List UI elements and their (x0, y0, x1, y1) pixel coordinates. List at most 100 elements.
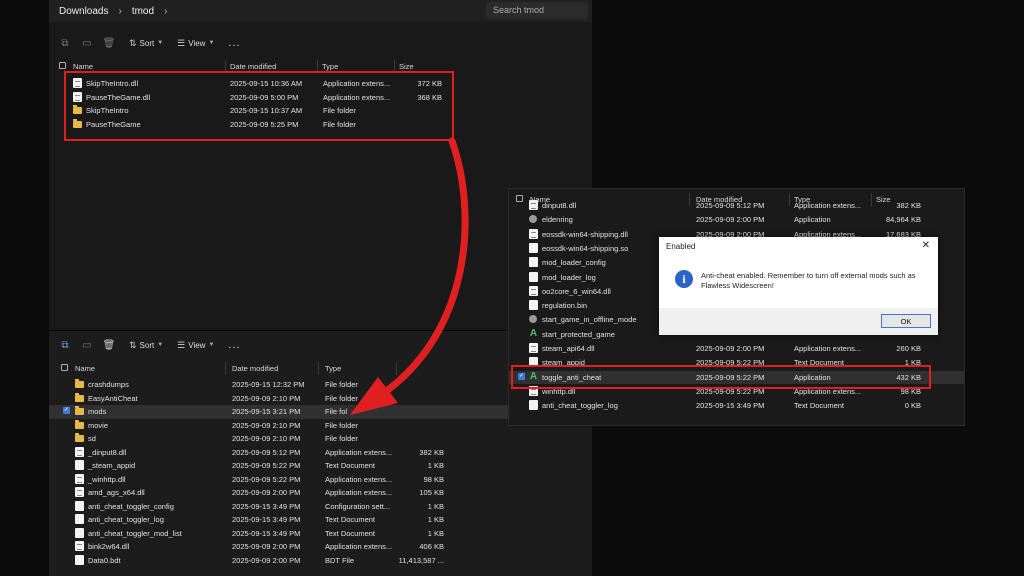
column-size[interactable]: Size (399, 62, 414, 71)
column-type[interactable]: Type (322, 62, 338, 71)
more-options-button[interactable]: ... (228, 37, 240, 49)
folder-icon (75, 379, 84, 388)
breadcrumb-tmod[interactable]: tmod (132, 6, 154, 17)
column-name[interactable]: Name (73, 62, 93, 71)
search-input[interactable]: Search tmod (486, 2, 588, 19)
close-icon[interactable]: ✕ (922, 240, 930, 251)
column-name[interactable]: Name (75, 364, 95, 373)
file-row[interactable]: dinput8.dll 2025-09-09 5:12 PM Application… (509, 199, 964, 213)
file-type: Text Document (325, 461, 376, 470)
file-name: anti_cheat_toggler_log (542, 401, 618, 411)
command-bar: ⧉ ▭ 🗑 ⇅ Sort ▼ ☰ View ▼ ... (49, 31, 592, 55)
chevron-down-icon: ▼ (208, 342, 215, 348)
text-file-icon (75, 514, 84, 524)
file-name: mod_loader_config (542, 258, 606, 268)
file-row[interactable]: bink2w64.dll 2025-09-09 2:00 PM Applicatio… (49, 540, 592, 554)
file-row[interactable]: _steam_appid 2025-09-09 5:22 PM Text Docum… (49, 459, 592, 473)
column-divider[interactable] (225, 362, 226, 375)
file-row[interactable]: amd_ags_x64.dll 2025-09-09 2:00 PM Applica… (49, 486, 592, 500)
select-all-checkbox[interactable] (61, 364, 68, 371)
file-row[interactable]: anti_cheat_toggler_mod_list 2025-09-15 3:… (49, 527, 592, 541)
file-type: BDT File (325, 555, 355, 565)
file-name: crashdumps (88, 380, 129, 389)
chevron-down-icon: ▼ (208, 40, 215, 46)
sort-button[interactable]: ⇅ Sort ▼ (129, 38, 163, 49)
file-row[interactable]: _winhttp.dll 2025-09-09 5:22 PM Applicatio… (49, 473, 592, 487)
file-row[interactable]: steam_api64.dll 2025-09-09 2:00 PM Applica… (509, 342, 964, 356)
file-name: _winhttp.dll (88, 474, 126, 484)
text-file-icon (75, 460, 84, 470)
view-button[interactable]: ☰ View ▼ (177, 38, 214, 49)
column-type[interactable]: Type (325, 364, 341, 373)
file-row[interactable]: eldenring 2025-09-09 2:00 PM Application 84… (509, 213, 964, 227)
file-row[interactable]: anti_cheat_toggler_log 2025-09-15 3:49 PM… (49, 513, 592, 527)
file-date: 2025-09-15 3:49 PM (232, 515, 301, 524)
dialog-message: Anti-cheat enabled. Remember to turn off… (701, 271, 916, 290)
file-date: 2025-09-09 2:00 PM (232, 488, 301, 497)
sort-button[interactable]: ⇅ Sort ▼ (129, 340, 163, 351)
ok-button[interactable]: OK (881, 314, 931, 328)
file-size: 98 KB (423, 474, 444, 484)
config-file-icon (75, 500, 84, 511)
file-name: _dinput8.dll (88, 447, 127, 457)
view-icon: ☰ (177, 37, 186, 48)
dll-file-icon (529, 228, 538, 239)
file-size: 1 KB (427, 501, 444, 511)
file-type: Text Document (794, 401, 845, 411)
file-type: File folder (325, 380, 358, 389)
copy-icon[interactable]: ⧉ (59, 37, 71, 49)
file-name: eossdk-win64-shipping.so (542, 243, 629, 253)
file-icon (529, 242, 538, 253)
file-type: File folder (325, 434, 358, 443)
dll-file-icon (529, 285, 538, 296)
file-size: 382 KB (419, 447, 444, 457)
row-checkbox[interactable]: ✓ (63, 407, 70, 414)
column-date[interactable]: Date modified (232, 364, 278, 373)
file-row[interactable]: sd 2025-09-09 2:10 PM File folder (49, 432, 592, 446)
file-row[interactable]: anti_cheat_toggler_config 2025-09-15 3:49… (49, 500, 592, 514)
file-name: movie (88, 420, 109, 430)
file-type: File folder (325, 393, 358, 403)
file-row[interactable]: anti_cheat_toggler_log 2025-09-15 3:49 PM… (509, 399, 964, 413)
file-size: 1 KB (427, 528, 444, 538)
file-icon (75, 554, 84, 565)
text-file-icon (529, 400, 538, 411)
file-date: 2025-09-09 5:12 PM (232, 447, 301, 457)
more-options-button[interactable]: ... (228, 339, 240, 351)
dll-file-icon (75, 541, 84, 551)
file-name: mods (88, 407, 107, 416)
folder-icon (75, 392, 84, 402)
select-all-checkbox[interactable] (59, 62, 66, 69)
column-divider[interactable] (318, 362, 319, 375)
view-icon: ☰ (177, 339, 186, 350)
file-date: 2025-09-15 3:49 PM (232, 528, 301, 538)
column-divider[interactable] (396, 362, 397, 375)
paste-icon[interactable]: ▭ (81, 339, 93, 351)
sort-icon: ⇅ (129, 37, 137, 48)
enabled-dialog: Enabled ✕ i Anti-cheat enabled. Remember… (659, 237, 938, 335)
file-row[interactable]: _dinput8.dll 2025-09-09 5:12 PM Applicatio… (49, 446, 592, 460)
sort-label: Sort (139, 340, 155, 350)
column-date[interactable]: Date modified (230, 62, 276, 71)
paste-icon[interactable]: ▭ (81, 37, 93, 49)
file-date: 2025-09-09 2:00 PM (232, 555, 301, 565)
file-size: 84,964 KB (885, 215, 921, 225)
file-date: 2025-09-15 3:49 PM (232, 501, 301, 511)
file-name: Data0.bdt (88, 555, 121, 565)
delete-icon[interactable]: 🗑 (103, 339, 116, 351)
copy-icon[interactable]: ⧉ (59, 339, 71, 351)
file-size: 382 KB (896, 201, 921, 210)
gear-app-icon (529, 215, 537, 224)
file-date: 2025-09-09 2:10 PM (232, 393, 301, 403)
file-size: 260 KB (896, 344, 921, 353)
file-size: 11,413,587 ... (398, 555, 444, 565)
view-label: View (188, 340, 206, 350)
view-button[interactable]: ☰ View ▼ (177, 340, 214, 351)
delete-icon[interactable]: 🗑 (103, 37, 116, 49)
breadcrumb-downloads[interactable]: Downloads (59, 6, 108, 17)
file-date: 2025-09-15 3:49 PM (696, 401, 765, 411)
file-date: 2025-09-15 12:32 PM (232, 380, 305, 389)
file-type: Text Document (325, 515, 376, 524)
file-row[interactable]: Data0.bdt 2025-09-09 2:00 PM BDT File 11,41… (49, 554, 592, 568)
file-date: 2025-09-09 2:00 PM (696, 215, 765, 225)
